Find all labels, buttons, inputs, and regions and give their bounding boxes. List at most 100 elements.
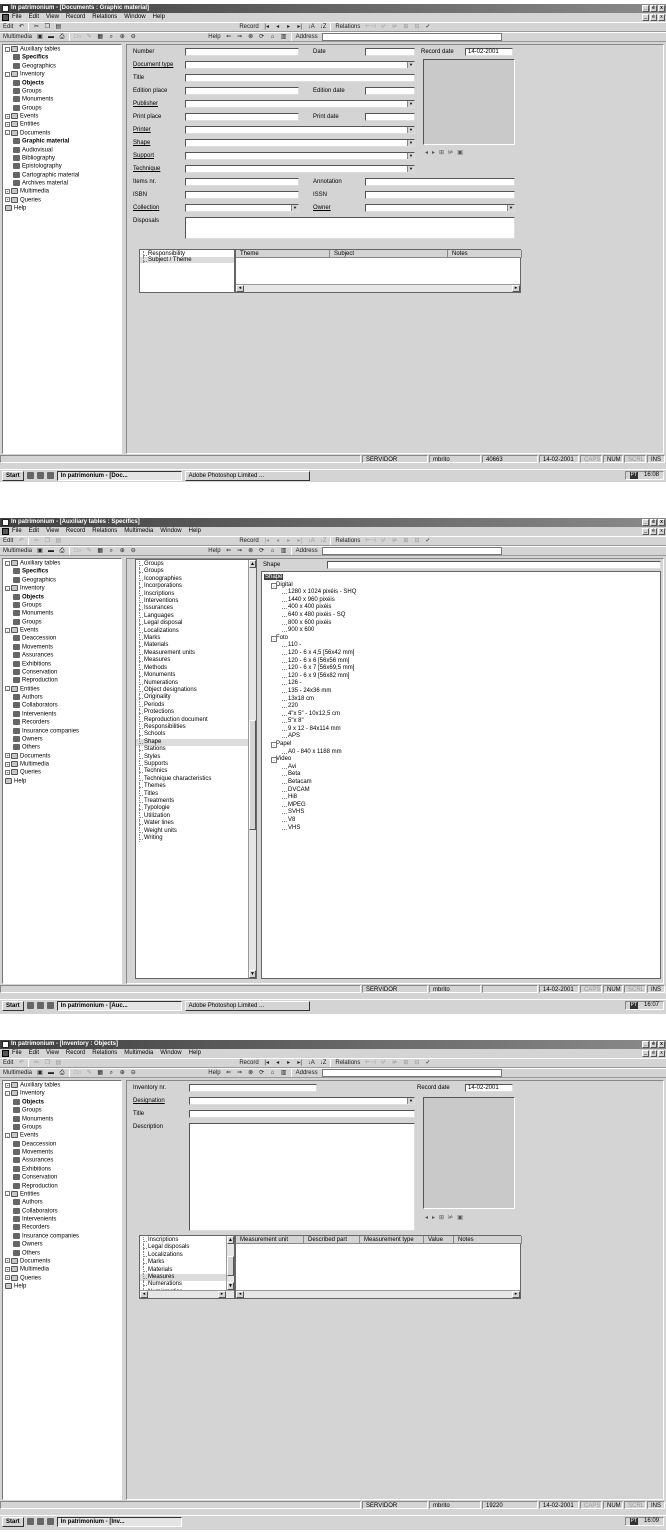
dropdown-arrow-icon[interactable]: ▼ <box>407 62 414 68</box>
dropdown-arrow-icon[interactable]: ▼ <box>407 127 414 133</box>
zoom-out-icon[interactable]: ⊖ <box>129 33 137 41</box>
tree-item-authors[interactable]: Authors <box>3 694 121 702</box>
title-field[interactable] <box>189 1110 415 1118</box>
image-icon[interactable]: ▦ <box>96 1069 104 1077</box>
tree-leaf[interactable]: 135 - 24x36 mm <box>262 688 660 696</box>
relation-add-icon[interactable]: ⊬ <box>380 537 388 545</box>
relation-view-icon[interactable]: ⊟ <box>413 537 421 545</box>
save-icon[interactable]: ▣ <box>36 1069 44 1077</box>
tree-item-inventory[interactable]: - Inventory <box>3 1090 121 1098</box>
column-notes[interactable]: Notes <box>454 1236 522 1244</box>
tree-item-multimedia[interactable]: + Multimedia <box>3 188 121 196</box>
sort-asc-icon[interactable]: ↓A <box>307 1059 316 1067</box>
back-icon[interactable]: ⇐ <box>225 1069 233 1077</box>
relation-remove-icon[interactable]: ⊭ <box>391 23 399 31</box>
relation-view-icon[interactable]: ⊟ <box>413 1059 421 1067</box>
tree-item-groups[interactable]: Groups <box>3 87 121 96</box>
undo-icon[interactable]: ↶ <box>17 1059 25 1067</box>
list-item[interactable]: Inscriptions <box>136 590 256 599</box>
list-item[interactable]: Titles <box>136 790 256 799</box>
tree-item-objects[interactable]: Objects <box>3 593 121 602</box>
tree-item-entities[interactable]: - Entities <box>3 1190 121 1199</box>
list-item[interactable]: Themes <box>136 783 256 792</box>
refresh-icon[interactable]: ⟳ <box>258 547 266 555</box>
menu-edit[interactable]: Edit <box>29 527 39 536</box>
tree-item-inventory[interactable]: - Inventory <box>3 585 121 593</box>
forward-icon[interactable]: ⇒ <box>236 33 244 41</box>
tree-item-movements[interactable]: Movements <box>3 1149 121 1157</box>
tree-leaf[interactable]: SVHS <box>262 809 660 817</box>
list-item[interactable]: Shape <box>136 738 256 747</box>
tree-item-insurance-companies[interactable]: Insurance companies <box>3 1232 121 1241</box>
tree-group[interactable]: Video <box>262 756 660 764</box>
horizontal-scrollbar[interactable]: ◂ ▸ <box>236 284 520 292</box>
list-item[interactable]: Object designations <box>136 686 256 695</box>
channels-icon[interactable] <box>46 1518 54 1525</box>
collapse-icon[interactable]: - <box>5 1191 10 1197</box>
owner-label[interactable]: Owner <box>313 204 331 212</box>
mdi-minimize-button[interactable]: _ <box>642 528 649 535</box>
browser-icon[interactable] <box>36 1002 44 1009</box>
prev-record-icon[interactable]: ◂ <box>274 537 282 545</box>
tree-item-objects[interactable]: Objects <box>3 1098 121 1107</box>
dropdown-arrow-icon[interactable]: ▼ <box>291 205 298 211</box>
next-record-icon[interactable]: ▸ <box>285 23 293 31</box>
list-item[interactable]: Legal disposal <box>136 620 256 629</box>
tree-item-objects[interactable]: Objects <box>3 79 121 88</box>
relation-icon[interactable]: ⊢⊣ <box>364 537 376 545</box>
list-item[interactable]: Measures <box>140 1274 234 1282</box>
scroll-right-icon[interactable]: ▸ <box>218 1291 226 1298</box>
tree-leaf[interactable]: 1280 x 1024 pixéis - SHQ <box>262 589 660 597</box>
image-icon[interactable]: ▦ <box>96 547 104 555</box>
list-item[interactable]: Supports <box>136 760 256 769</box>
document-icon[interactable] <box>2 1050 9 1057</box>
desktop-icon[interactable] <box>26 1002 34 1009</box>
relation-add-icon[interactable]: ⊬ <box>380 23 388 31</box>
scroll-up-icon[interactable]: ▲ <box>227 1236 234 1244</box>
tree-item-multimedia[interactable]: + Multimedia <box>3 1266 121 1274</box>
cut-icon[interactable]: ✂ <box>32 537 40 545</box>
cut-icon[interactable]: ✂ <box>32 1059 40 1067</box>
edition-date-field[interactable] <box>365 87 415 95</box>
minimize-button[interactable]: _ <box>642 1041 649 1048</box>
tree-leaf[interactable]: APS <box>262 733 660 741</box>
copy-icon[interactable]: ❐ <box>43 1059 51 1067</box>
tree-leaf[interactable]: 126 - <box>262 680 660 688</box>
restore-button[interactable]: é <box>650 519 657 526</box>
list-item[interactable]: Stations <box>136 746 256 754</box>
grid-view-icon[interactable]: ⊞ <box>439 149 444 156</box>
list-item[interactable]: Localizations <box>140 1251 234 1260</box>
tree-item-queries[interactable]: + Queries <box>3 1274 121 1283</box>
menu-relations[interactable]: Relations <box>92 527 117 536</box>
tree-leaf[interactable]: Hi8 <box>262 794 660 802</box>
sort-asc-icon[interactable]: ↓A <box>307 23 316 31</box>
list-item[interactable]: Issurances <box>136 605 256 614</box>
next-record-icon[interactable]: ▸ <box>285 1059 293 1067</box>
technique-select[interactable]: ▼ <box>185 165 415 173</box>
tree-leaf[interactable]: V8 <box>262 817 660 825</box>
sort-asc-icon[interactable]: ↓A <box>307 537 316 545</box>
keyboard-layout-icon[interactable]: PT <box>629 472 638 479</box>
expand-icon[interactable]: + <box>5 121 10 127</box>
draw-icon[interactable]: ✎ <box>85 547 93 555</box>
tree-item-documents[interactable]: - Documents <box>3 129 121 138</box>
expand-icon[interactable]: + <box>5 1258 10 1264</box>
save-icon[interactable]: ▣ <box>36 33 44 41</box>
list-item[interactable]: Methods <box>136 664 256 673</box>
mdi-close-button[interactable]: x <box>658 528 665 535</box>
collapse-icon[interactable]: - <box>5 585 10 591</box>
tree-item-inventory[interactable]: - Inventory <box>3 71 121 79</box>
favorites-icon[interactable]: ▥ <box>280 1069 288 1077</box>
scroll-thumb[interactable] <box>249 720 256 830</box>
tree-item-movements[interactable]: Movements <box>3 643 121 652</box>
tree-item-collaborators[interactable]: Collaborators <box>3 1207 121 1216</box>
prev-image-icon[interactable]: ◂ <box>425 1214 428 1221</box>
menu-edit[interactable]: Edit <box>29 13 39 22</box>
relation-remove-icon[interactable]: ⊭ <box>391 1059 399 1067</box>
dropdown-arrow-icon[interactable]: ▼ <box>407 166 414 172</box>
edition-place-field[interactable] <box>185 87 299 95</box>
refresh-icon[interactable]: ⟳ <box>258 1069 266 1077</box>
desktop-icon[interactable] <box>26 472 34 479</box>
technique-label[interactable]: Technique <box>133 165 160 173</box>
tree-item-others[interactable]: Others <box>3 1249 121 1258</box>
